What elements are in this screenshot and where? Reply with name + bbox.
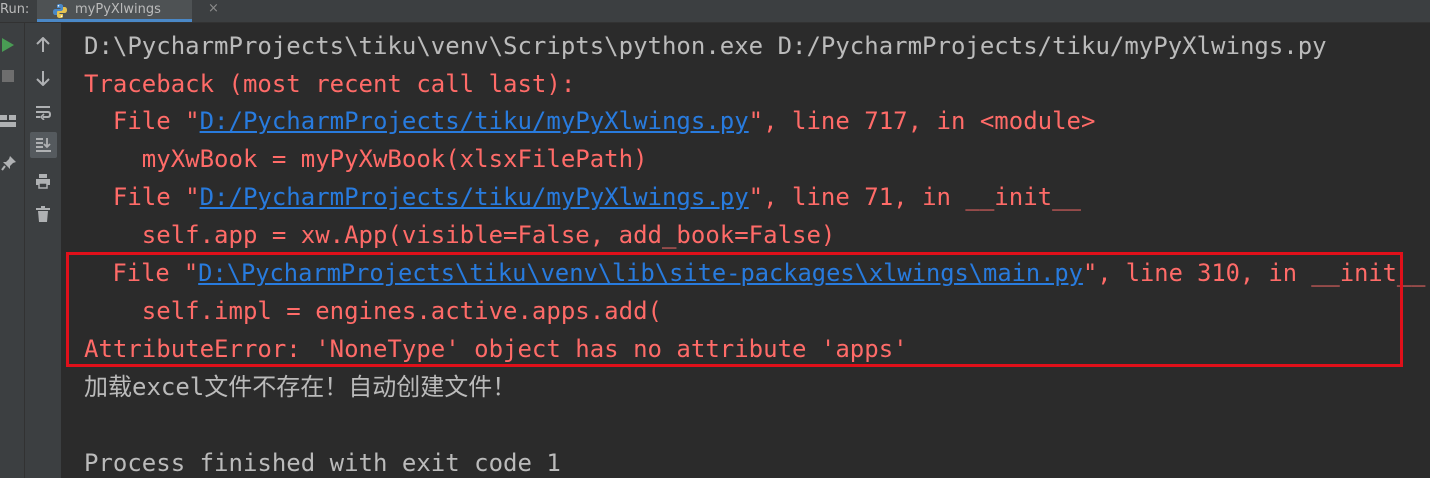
trash-icon[interactable] — [36, 206, 50, 222]
file-link[interactable]: D:/PycharmProjects/tiku/myPyXlwings.py — [200, 183, 749, 211]
file-link[interactable]: D:\PycharmProjects\tiku\venv\lib\site-pa… — [198, 259, 1083, 287]
exit-status: Process finished with exit code 1 — [84, 449, 561, 477]
traceback-frame: File "D:\PycharmProjects\tiku\venv\lib\s… — [84, 259, 1426, 287]
file-link[interactable]: D:/PycharmProjects/tiku/myPyXlwings.py — [200, 107, 749, 135]
run-tab-mypyxlwings[interactable]: myPyXlwings × — [37, 0, 219, 23]
run-toolbar-outer — [0, 23, 25, 478]
traceback-header: Traceback (most recent call last): — [84, 70, 576, 98]
play-icon[interactable] — [1, 37, 15, 53]
close-icon[interactable]: × — [208, 1, 219, 16]
arrow-up-icon[interactable] — [36, 37, 50, 53]
traceback-frame: File "D:/PycharmProjects/tiku/myPyXlwing… — [84, 107, 1096, 135]
arrow-down-icon[interactable] — [36, 70, 50, 86]
run-toolbar-inner — [25, 23, 61, 478]
layout-icon[interactable] — [0, 114, 16, 128]
run-label: Run: — [0, 2, 30, 17]
stdout-message: 加载excel文件不存在！自动创建文件！ — [84, 373, 517, 401]
scroll-to-end-icon — [36, 138, 51, 152]
command-line: D:\PycharmProjects\tiku\venv\Scripts\pyt… — [84, 32, 1327, 60]
tab-title: myPyXlwings — [75, 2, 161, 17]
soft-wrap-icon[interactable] — [35, 104, 51, 120]
python-icon — [52, 3, 68, 23]
run-tool-window-header: Run: myPyXlwings × — [0, 0, 1430, 23]
traceback-code: myXwBook = myPyXwBook(xlsxFilePath) — [84, 145, 648, 173]
error-message: AttributeError: 'NoneType' object has no… — [84, 335, 908, 363]
stop-icon[interactable] — [2, 70, 14, 82]
traceback-code: self.impl = engines.active.apps.add( — [84, 297, 662, 325]
traceback-frame: File "D:/PycharmProjects/tiku/myPyXlwing… — [84, 183, 1082, 211]
traceback-code: self.app = xw.App(visible=False, add_boo… — [84, 221, 836, 249]
scroll-to-end-button[interactable] — [30, 132, 57, 158]
console-output[interactable]: D:\PycharmProjects\tiku\venv\Scripts\pyt… — [62, 23, 1430, 478]
print-icon[interactable] — [35, 173, 51, 189]
pin-icon[interactable] — [1, 155, 17, 171]
